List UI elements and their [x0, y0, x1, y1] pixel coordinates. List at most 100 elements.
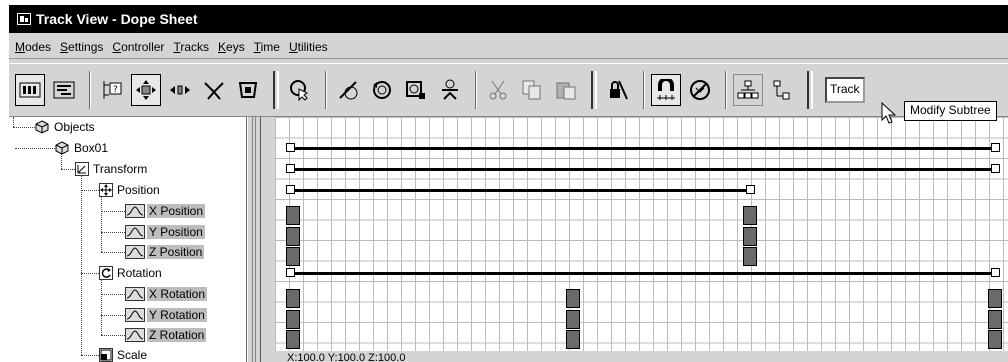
edit-keys-icon — [19, 82, 41, 98]
menu-tracks[interactable]: Tracks — [173, 40, 209, 54]
key-y-rotation-1[interactable] — [566, 310, 580, 329]
tree-item-transform[interactable]: Transform — [75, 159, 149, 179]
paste-icon — [556, 82, 576, 100]
menu-bar: Modes Settings Controller Tracks Keys Ti… — [9, 35, 1008, 59]
delete-time-button[interactable] — [333, 74, 363, 106]
curve-icon — [125, 204, 145, 218]
show-keyable-button[interactable] — [685, 74, 715, 106]
range-bar-box01[interactable] — [290, 147, 995, 150]
range-end-handle[interactable] — [991, 143, 1000, 152]
curve-icon — [125, 245, 145, 259]
select-time-button[interactable] — [285, 74, 315, 106]
tree-item-z-position[interactable]: Z Position — [125, 242, 205, 262]
filters-icon: ? — [103, 81, 122, 99]
slide-keys-button[interactable] — [165, 74, 195, 106]
tree-item-y-rotation[interactable]: Y Rotation — [125, 305, 207, 325]
key-x-rotation-1[interactable] — [566, 289, 580, 308]
title-bar[interactable]: Track View - Dope Sheet — [9, 5, 1008, 33]
copy-icon — [522, 80, 541, 100]
copy-button[interactable] — [517, 74, 547, 106]
key-y-rotation-2[interactable] — [988, 310, 1002, 329]
scale-values-readout: X:100.0 Y:100.0 Z:100.0 — [287, 352, 406, 362]
snap-frames-icon — [657, 79, 675, 100]
modify-child-keys-icon — [773, 80, 790, 100]
insert-time-button[interactable] — [401, 74, 431, 106]
range-end-handle[interactable] — [991, 268, 1000, 277]
range-start-handle[interactable] — [286, 143, 295, 152]
move-keys-button[interactable] — [131, 74, 161, 106]
insert-time-icon — [406, 81, 425, 99]
key-z-rotation-0[interactable] — [286, 330, 300, 349]
key-x-position-0[interactable] — [286, 206, 300, 225]
modify-subtree-button[interactable] — [733, 74, 763, 106]
range-bar-position[interactable] — [290, 189, 750, 192]
track-view-window: Track View - Dope Sheet Modes Settings C… — [8, 4, 1008, 362]
menu-time[interactable]: Time — [254, 40, 280, 54]
menu-modes[interactable]: Modes — [15, 40, 51, 54]
key-z-rotation-2[interactable] — [988, 330, 1002, 349]
tree-item-z-rotation[interactable]: Z Rotation — [125, 325, 207, 345]
select-time-icon — [290, 80, 308, 101]
menu-settings[interactable]: Settings — [60, 40, 103, 54]
modify-subtree-icon — [737, 80, 759, 99]
key-z-position-1[interactable] — [743, 247, 757, 266]
key-z-position-0[interactable] — [286, 247, 300, 266]
lock-selection-icon — [610, 80, 628, 100]
svg-text:?: ? — [113, 85, 118, 95]
scale-time-button[interactable] — [233, 74, 263, 106]
key-z-rotation-1[interactable] — [566, 330, 580, 349]
range-start-handle[interactable] — [286, 185, 295, 194]
scale-values-button[interactable] — [435, 74, 465, 106]
edit-ranges-button[interactable] — [49, 74, 79, 106]
box-object-icon — [55, 141, 69, 155]
menu-utilities[interactable]: Utilities — [289, 40, 328, 54]
key-y-position-0[interactable] — [286, 227, 300, 246]
scale-keys-button[interactable] — [199, 74, 229, 106]
range-end-handle[interactable] — [746, 185, 755, 194]
key-x-rotation-2[interactable] — [988, 289, 1002, 308]
curve-icon — [125, 287, 145, 301]
tooltip-modify-subtree: Modify Subtree — [904, 101, 997, 121]
position-icon — [99, 183, 113, 197]
modify-child-keys-button[interactable] — [767, 74, 797, 106]
paste-button[interactable] — [551, 74, 581, 106]
track-name-field[interactable]: Track — [825, 77, 865, 103]
slide-keys-icon — [170, 85, 190, 95]
key-y-rotation-0[interactable] — [286, 310, 300, 329]
snap-frames-button[interactable] — [651, 74, 681, 106]
tree-item-x-rotation[interactable]: X Rotation — [125, 284, 208, 304]
menu-keys[interactable]: Keys — [218, 40, 245, 54]
key-y-position-1[interactable] — [743, 227, 757, 246]
tree-item-scale[interactable]: Scale — [99, 345, 149, 362]
range-start-handle[interactable] — [286, 268, 295, 277]
range-bar-rotation[interactable] — [290, 272, 995, 275]
menu-controller[interactable]: Controller — [112, 40, 164, 54]
range-end-handle[interactable] — [991, 164, 1000, 173]
dope-sheet-grid[interactable] — [275, 117, 1008, 351]
edit-keys-button[interactable] — [15, 74, 45, 106]
tree-item-objects[interactable]: Objects — [35, 117, 97, 137]
range-bar-transform[interactable] — [290, 168, 995, 171]
scale-time-icon — [238, 82, 258, 98]
lock-selection-button[interactable] — [603, 74, 633, 106]
tree-item-y-position[interactable]: Y Position — [125, 222, 205, 242]
range-start-handle[interactable] — [286, 164, 295, 173]
rotation-icon — [99, 266, 113, 280]
curve-icon — [125, 225, 145, 239]
reverse-time-icon — [373, 81, 391, 99]
filters-button[interactable]: ? — [97, 74, 127, 106]
reverse-time-button[interactable] — [367, 74, 397, 106]
delete-time-icon — [339, 81, 358, 100]
curve-icon — [125, 308, 145, 322]
tree-item-x-position[interactable]: X Position — [125, 201, 206, 221]
tree-item-box01[interactable]: Box01 — [55, 138, 110, 158]
pane-splitter[interactable] — [247, 117, 261, 362]
cut-button[interactable] — [483, 74, 513, 106]
move-keys-icon — [136, 80, 156, 100]
show-keyable-icon — [690, 80, 710, 100]
tree-item-position[interactable]: Position — [99, 180, 162, 200]
key-x-rotation-0[interactable] — [286, 289, 300, 308]
toolbar: ? Track — [9, 63, 1008, 117]
key-x-position-1[interactable] — [743, 206, 757, 225]
tree-item-rotation[interactable]: Rotation — [99, 263, 164, 283]
